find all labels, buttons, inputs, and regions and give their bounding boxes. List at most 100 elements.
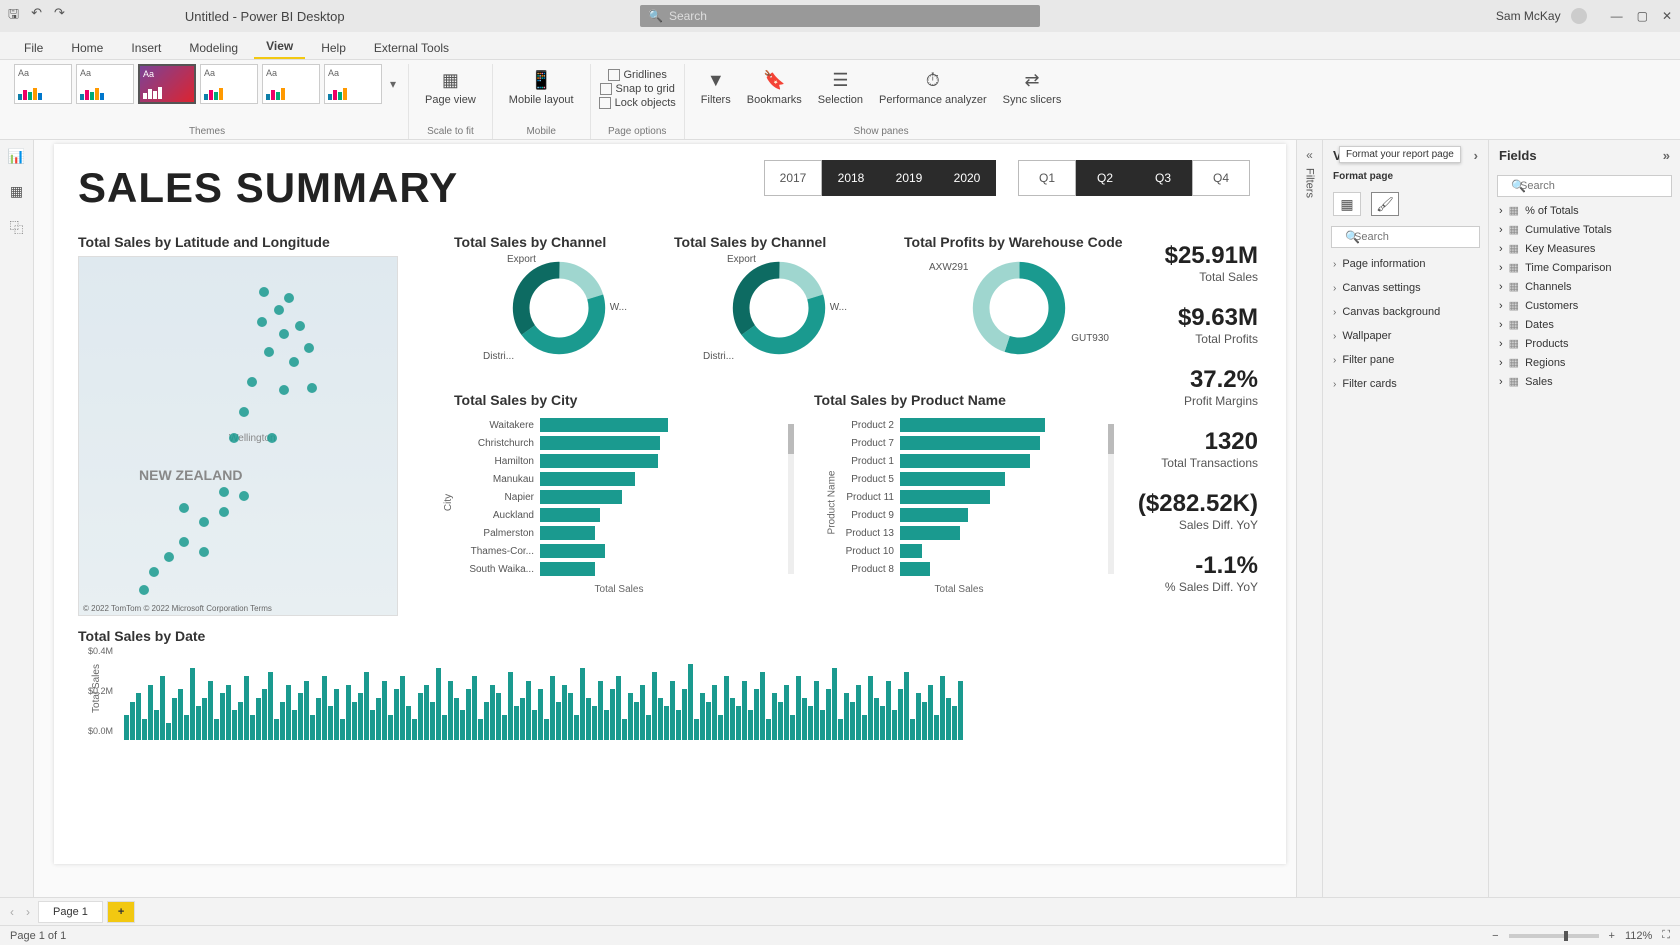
save-icon[interactable]: 🖫 — [8, 5, 19, 27]
quarter-slicer[interactable]: Q1Q2Q3Q4 — [1018, 160, 1250, 196]
sync-slicers-button[interactable]: ⇄Sync slicers — [995, 64, 1070, 108]
slicer-btn-2020[interactable]: 2020 — [938, 160, 996, 196]
slicer-btn-Q4[interactable]: Q4 — [1192, 160, 1250, 196]
page-tab[interactable]: Page 1 — [38, 901, 103, 923]
menu-tab-view[interactable]: View — [254, 35, 305, 59]
avatar[interactable] — [1571, 8, 1587, 24]
fit-to-page-icon[interactable]: ⛶ — [1662, 929, 1670, 942]
kpi-card[interactable]: $25.91MTotal Sales — [1098, 242, 1258, 284]
maximize-icon[interactable]: ▢ — [1637, 9, 1648, 23]
field-table[interactable]: ›▦Sales — [1489, 372, 1680, 391]
menu-tab-home[interactable]: Home — [59, 37, 115, 59]
field-table[interactable]: ›▦Customers — [1489, 296, 1680, 315]
format-section[interactable]: ›Filter pane — [1323, 348, 1488, 372]
field-table[interactable]: ›▦Cumulative Totals — [1489, 220, 1680, 239]
fields-search[interactable]: 🔍 — [1497, 175, 1672, 197]
data-view-icon[interactable]: ▦ — [10, 183, 23, 200]
menu-tab-external-tools[interactable]: External Tools — [362, 37, 461, 59]
slicer-btn-Q1[interactable]: Q1 — [1018, 160, 1076, 196]
field-table[interactable]: ›▦Products — [1489, 334, 1680, 353]
donut-channel-2[interactable]: Total Sales by Channel Export W... Distr… — [674, 234, 884, 366]
kpi-card[interactable]: 1320Total Transactions — [1098, 428, 1258, 470]
menu-tab-modeling[interactable]: Modeling — [177, 37, 250, 59]
zoom-slider[interactable] — [1509, 934, 1599, 938]
format-section[interactable]: ›Wallpaper — [1323, 324, 1488, 348]
slicer-btn-Q3[interactable]: Q3 — [1134, 160, 1192, 196]
kpi-card[interactable]: $9.63MTotal Profits — [1098, 304, 1258, 346]
map[interactable]: NEW ZEALAND Wellington © 2022 TomTom © 2… — [78, 256, 398, 616]
theme-swatch[interactable]: Aa — [200, 64, 258, 104]
menu-tab-help[interactable]: Help — [309, 37, 358, 59]
format-section[interactable]: ›Canvas background — [1323, 300, 1488, 324]
format-section[interactable]: ›Page information — [1323, 252, 1488, 276]
build-visual-icon[interactable]: ▦ — [1333, 192, 1361, 216]
format-section[interactable]: ›Canvas settings — [1323, 276, 1488, 300]
map-visual[interactable]: Total Sales by Latitude and Longitude NE… — [78, 234, 418, 616]
slicer-btn-2017[interactable]: 2017 — [764, 160, 822, 196]
field-table[interactable]: ›▦Time Comparison — [1489, 258, 1680, 277]
filters-button[interactable]: ▼Filters — [693, 64, 739, 108]
collapse-icon[interactable]: › — [1474, 148, 1478, 163]
undo-icon[interactable]: ↶ — [31, 5, 42, 27]
expand-icon[interactable]: « — [1306, 148, 1313, 162]
field-table[interactable]: ›▦Dates — [1489, 315, 1680, 334]
date-column-chart[interactable]: Total Sales by Date Total Sales $0.4M $0… — [78, 628, 1138, 740]
viz-search[interactable]: 🔍 — [1331, 226, 1480, 248]
year-slicer[interactable]: 2017201820192020 — [764, 160, 996, 196]
table-icon: ▦ — [1509, 318, 1519, 331]
bar-row: Product 10 — [814, 544, 1104, 558]
filters-pane-collapsed[interactable]: « Filters — [1296, 140, 1322, 897]
redo-icon[interactable]: ↷ — [54, 5, 65, 27]
zoom-in-icon[interactable]: + — [1609, 930, 1615, 942]
minimize-icon[interactable]: — — [1611, 9, 1623, 23]
collapse-icon[interactable]: » — [1663, 148, 1670, 163]
field-table[interactable]: ›▦Channels — [1489, 277, 1680, 296]
page-prev-icon[interactable]: ‹ — [6, 905, 18, 919]
scrollbar[interactable] — [788, 424, 794, 574]
themes-gallery[interactable]: Aa Aa Aa Aa Aa Aa ▾ — [14, 64, 400, 104]
format-page-icon[interactable]: 🖌 — [1371, 192, 1399, 216]
close-icon[interactable]: ✕ — [1662, 9, 1672, 23]
slicer-btn-2019[interactable]: 2019 — [880, 160, 938, 196]
field-table[interactable]: ›▦% of Totals — [1489, 201, 1680, 220]
kpi-card[interactable]: 37.2%Profit Margins — [1098, 366, 1258, 408]
chevron-right-icon: › — [1499, 205, 1503, 217]
theme-swatch-selected[interactable]: Aa — [138, 64, 196, 104]
report-canvas[interactable]: SALES SUMMARY 2017201820192020 Q1Q2Q3Q4 … — [54, 144, 1286, 864]
model-view-icon[interactable]: ⿻ — [10, 218, 24, 238]
menu-tab-insert[interactable]: Insert — [119, 37, 173, 59]
slicer-btn-Q2[interactable]: Q2 — [1076, 160, 1134, 196]
kpi-card[interactable]: ($282.52K)Sales Diff. YoY — [1098, 490, 1258, 532]
lock-checkbox[interactable]: Lock objects — [599, 97, 676, 109]
snap-checkbox[interactable]: Snap to grid — [600, 83, 675, 95]
zoom-out-icon[interactable]: − — [1492, 930, 1498, 942]
user-name[interactable]: Sam McKay — [1496, 9, 1561, 23]
scrollbar[interactable] — [1108, 424, 1114, 574]
slicer-btn-2018[interactable]: 2018 — [822, 160, 880, 196]
selection-button[interactable]: ☰Selection — [810, 64, 871, 108]
mobile-layout-button[interactable]: 📱Mobile layout — [501, 64, 582, 108]
field-table[interactable]: ›▦Key Measures — [1489, 239, 1680, 258]
themes-dropdown-icon[interactable]: ▾ — [386, 77, 400, 91]
canvas-area[interactable]: SALES SUMMARY 2017201820192020 Q1Q2Q3Q4 … — [34, 140, 1296, 897]
global-search[interactable]: 🔍 Search — [640, 5, 1040, 27]
product-bar-chart[interactable]: Total Sales by Product Name Product Name… — [814, 392, 1104, 595]
add-page-button[interactable]: + — [107, 901, 135, 923]
donut-channel-1[interactable]: Total Sales by Channel Export W... Distr… — [454, 234, 664, 366]
page-view-button[interactable]: ▦Page view — [417, 64, 484, 108]
format-section[interactable]: ›Filter cards — [1323, 372, 1488, 396]
theme-swatch[interactable]: Aa — [262, 64, 320, 104]
gridlines-checkbox[interactable]: Gridlines — [608, 69, 667, 81]
field-table[interactable]: ›▦Regions — [1489, 353, 1680, 372]
bookmarks-button[interactable]: 🔖Bookmarks — [739, 64, 810, 108]
theme-swatch[interactable]: Aa — [324, 64, 382, 104]
bar-row: Product 8 — [814, 562, 1104, 576]
theme-swatch[interactable]: Aa — [76, 64, 134, 104]
city-bar-chart[interactable]: Total Sales by City City WaitakereChrist… — [454, 392, 784, 595]
kpi-card[interactable]: -1.1%% Sales Diff. YoY — [1098, 552, 1258, 594]
performance-analyzer-button[interactable]: ⏱Performance analyzer — [871, 64, 995, 108]
theme-swatch[interactable]: Aa — [14, 64, 72, 104]
report-view-icon[interactable]: 📊 — [8, 148, 25, 165]
page-next-icon[interactable]: › — [22, 905, 34, 919]
menu-tab-file[interactable]: File — [12, 37, 55, 59]
